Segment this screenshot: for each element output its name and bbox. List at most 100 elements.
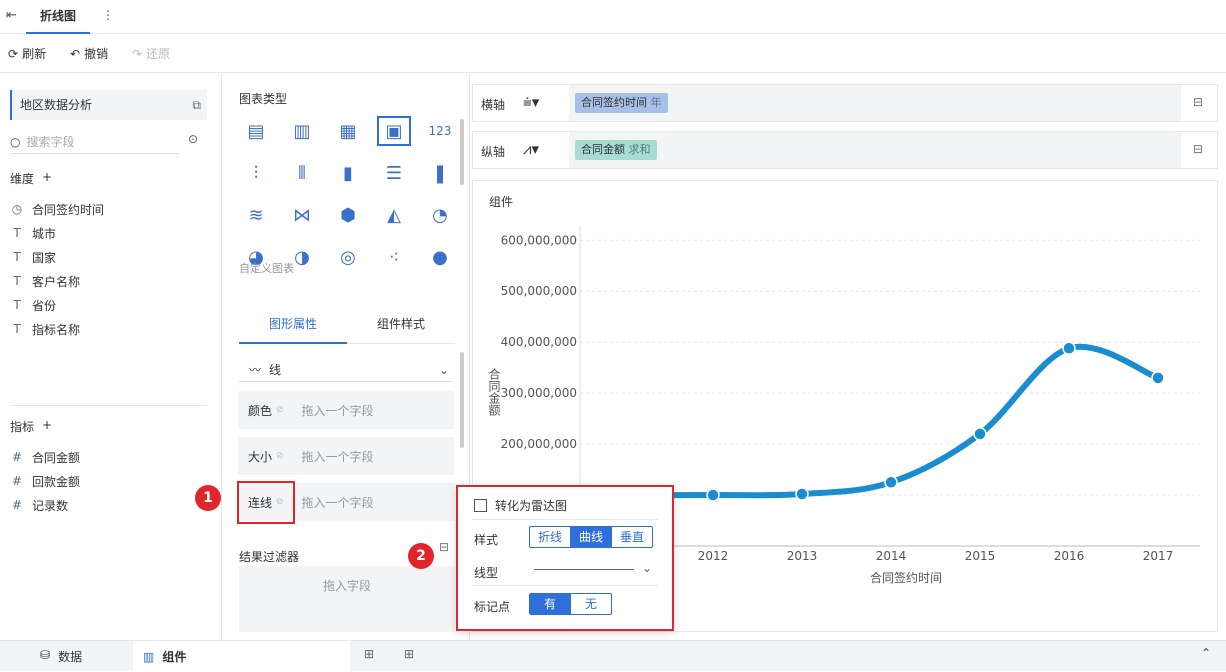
undo-icon: ↶: [70, 46, 81, 61]
help-icon[interactable]: ⊘: [276, 405, 284, 415]
top-bar: ⇤ 折线图 ⋮: [0, 0, 1226, 34]
tab-component-style[interactable]: 组件样式: [347, 304, 455, 344]
tab-data[interactable]: ⛁ 数据: [40, 648, 82, 665]
field-item[interactable]: T 客户名称: [10, 270, 80, 292]
hexagon-icon[interactable]: ⬢: [331, 200, 365, 230]
gauge-icon[interactable]: ◔: [423, 200, 457, 230]
horizontal-bar-icon[interactable]: ☰: [377, 158, 411, 188]
column-icon[interactable]: ▮: [331, 158, 365, 188]
exit-icon[interactable]: ⇤: [6, 8, 17, 23]
tab-graph-props[interactable]: 图形属性: [239, 304, 347, 344]
add-dimension-icon[interactable]: +: [42, 170, 52, 187]
add-component-icon[interactable]: ⊞: [364, 647, 374, 661]
scrollbar[interactable]: [460, 119, 464, 185]
field-item[interactable]: # 记录数: [10, 494, 68, 516]
x-field-pill[interactable]: 合同签约时间 年: [575, 93, 668, 113]
text-icon: T: [13, 322, 21, 336]
refresh-button[interactable]: ⟳ 刷新: [8, 45, 46, 62]
rose-icon[interactable]: ◎: [331, 242, 365, 272]
group-table-icon[interactable]: ▥: [285, 116, 319, 146]
switch-dataset-icon[interactable]: ⧉: [192, 90, 201, 120]
field-item[interactable]: ◷ 合同签约时间: [10, 198, 104, 220]
data-point: [1062, 341, 1076, 356]
measure-header: 指标 +: [10, 418, 53, 435]
redo-icon: ↷: [132, 46, 143, 61]
area-stack-icon[interactable]: ◭: [377, 200, 411, 230]
field-item[interactable]: T 国家: [10, 246, 56, 268]
lock-icon[interactable]: ⊟: [1193, 95, 1203, 109]
y-tick-label: 500,000,000: [501, 284, 577, 298]
x-tick-label: 2017: [1143, 549, 1174, 563]
area-icon[interactable]: ≋: [239, 200, 273, 230]
text-icon: T: [13, 250, 21, 264]
field-item[interactable]: T 指标名称: [10, 318, 80, 340]
undo-button[interactable]: ↶ 撤销: [70, 45, 108, 62]
style-option-vertical[interactable]: 垂直: [612, 527, 652, 547]
field-item[interactable]: T 城市: [10, 222, 56, 244]
chevron-down-icon[interactable]: ⌄: [642, 561, 652, 575]
cross-table-icon[interactable]: ▤: [239, 116, 273, 146]
scrollbar[interactable]: [460, 352, 464, 448]
filter-dropzone[interactable]: 拖入字段: [239, 566, 455, 632]
y-axis-row: 纵轴 ⩘▾ 合同金额 求和 ⊟: [472, 131, 1218, 169]
x-axis-dropzone[interactable]: 合同签约时间 年: [569, 85, 1181, 121]
marker-option-yes[interactable]: 有: [530, 594, 572, 614]
hash-icon: #: [11, 450, 23, 464]
marker-segmented: 有 无: [529, 593, 613, 615]
style-segmented: 折线 曲线 垂直: [529, 526, 654, 548]
bubble-icon[interactable]: ●: [423, 242, 457, 272]
y-tick-label: 200,000,000: [501, 437, 577, 451]
scatter-icon[interactable]: ⁖: [377, 242, 411, 272]
data-point: [884, 475, 898, 490]
prop-row[interactable]: 大小 ⊘ 拖入一个字段: [238, 437, 454, 475]
y-field-pill[interactable]: 合同金额 求和: [575, 140, 657, 160]
field-item[interactable]: T 省份: [10, 294, 56, 316]
filter-title: 结果过滤器: [239, 550, 300, 564]
waterfall-icon[interactable]: ❚: [423, 158, 457, 188]
search-field[interactable]: ○ 搜索字段: [10, 130, 178, 154]
custom-chart-label[interactable]: 自定义图表: [239, 260, 294, 276]
bottom-bar: ⛁ 数据 ▥ 组件 ⊞ ⊞ ⌃: [0, 640, 1226, 672]
style-option-polyline[interactable]: 折线: [530, 527, 572, 547]
kpi-icon[interactable]: 123: [423, 116, 457, 146]
series-line: [621, 343, 1161, 499]
funnel-icon[interactable]: ⋈: [285, 200, 319, 230]
chevron-down-icon: ⌄: [438, 362, 449, 377]
checkbox-icon[interactable]: [474, 499, 487, 512]
bar-icon[interactable]: ⫶: [239, 158, 273, 188]
x-tick-label: 2015: [965, 549, 996, 563]
redo-button[interactable]: ↷ 还原: [132, 45, 170, 62]
add-dashboard-icon[interactable]: ⊞: [404, 647, 414, 661]
mark-type-select[interactable]: 〰线 ⌄: [239, 358, 453, 382]
dataset-selector[interactable]: 地区数据分析 ⧉: [10, 90, 207, 120]
y-axis-dropzone[interactable]: 合同金额 求和: [569, 132, 1181, 168]
database-icon: ⛁: [40, 648, 51, 662]
more-menu-icon[interactable]: ⋮: [102, 8, 114, 22]
x-axis-type-icon[interactable]: ⩧▾: [523, 93, 539, 111]
style-option-curve[interactable]: 曲线: [571, 527, 613, 547]
config-tabs: 图形属性 组件样式: [239, 304, 455, 344]
text-icon: T: [13, 274, 21, 288]
more-options-icon[interactable]: ⊙: [188, 132, 198, 146]
collapse-icon[interactable]: ⌃: [1201, 646, 1211, 660]
detail-table-icon[interactable]: ▦: [331, 116, 365, 146]
lock-icon[interactable]: ⊟: [1193, 142, 1203, 156]
radar-checkbox[interactable]: 转化为雷达图: [474, 497, 567, 514]
toolbar: ⟳ 刷新 ↶ 撤销 ↷ 还原: [0, 35, 1226, 73]
line-type-select[interactable]: [534, 569, 634, 570]
hash-icon: #: [11, 498, 23, 512]
tab-component[interactable]: ▥ 组件: [133, 641, 350, 672]
custom-chart-icon[interactable]: ▣: [377, 116, 411, 146]
field-item[interactable]: # 回款金额: [10, 470, 80, 492]
field-item[interactable]: # 合同金额: [10, 446, 80, 468]
stacked-bar-icon[interactable]: ⦀: [285, 158, 319, 188]
divider: [472, 519, 658, 520]
lock-icon[interactable]: ⊟: [439, 540, 449, 554]
y-axis-type-icon[interactable]: ⩘▾: [523, 140, 539, 158]
marker-option-no[interactable]: 无: [571, 594, 611, 614]
help-icon[interactable]: ⊘: [276, 451, 284, 461]
prop-row[interactable]: 颜色 ⊘ 拖入一个字段: [238, 391, 454, 429]
add-measure-icon[interactable]: +: [42, 418, 52, 435]
tab-line-chart[interactable]: 折线图: [26, 0, 91, 34]
data-point: [973, 427, 987, 441]
